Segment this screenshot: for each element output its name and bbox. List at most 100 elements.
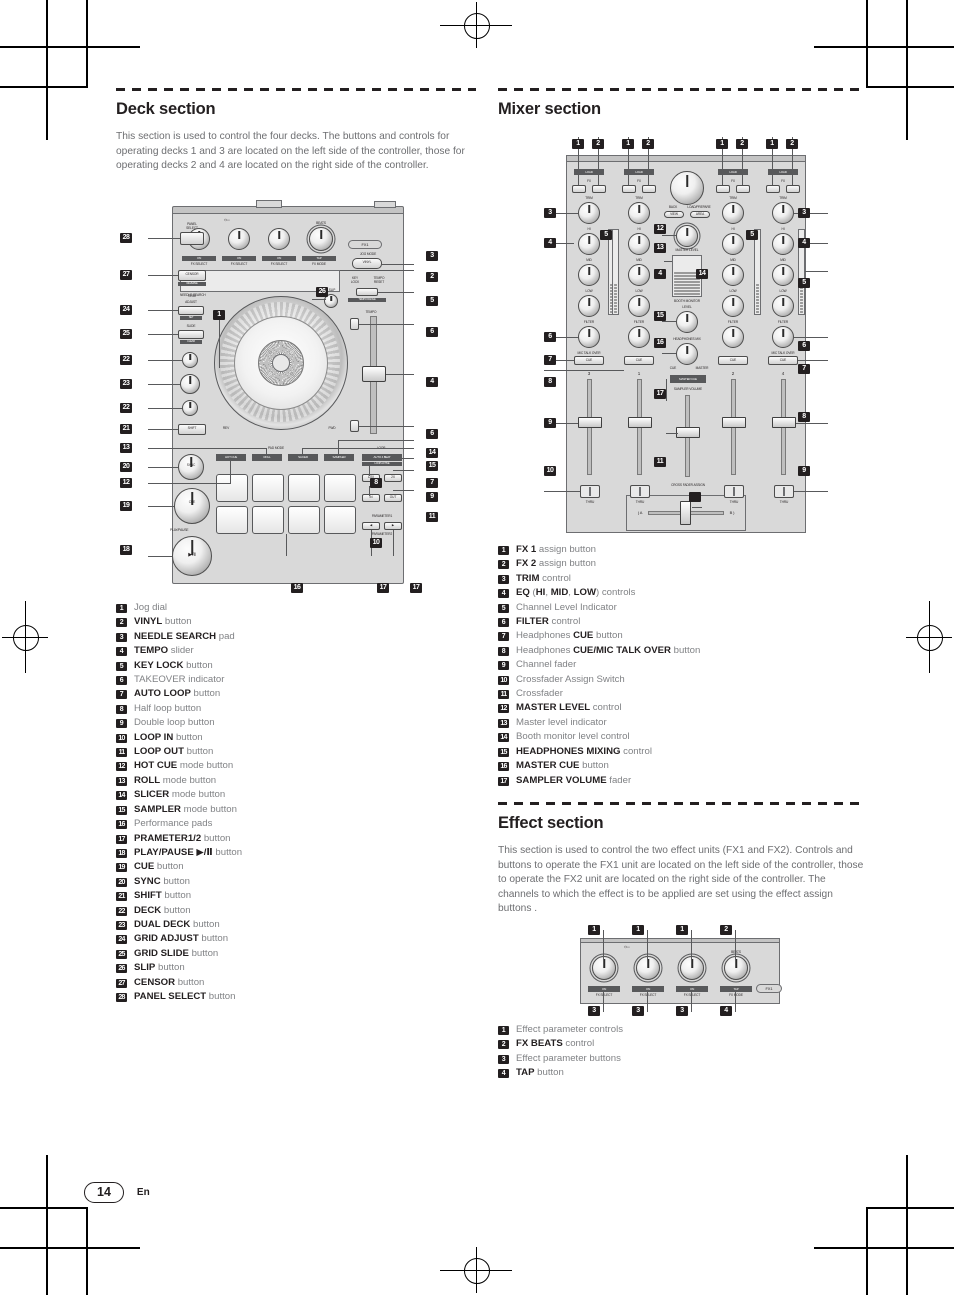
deck-callout-5: 5 — [426, 296, 438, 306]
fx2-assign-button-ch3[interactable] — [592, 185, 606, 193]
grid-adjust-button[interactable] — [178, 306, 204, 315]
fx2-assign-button-ch4[interactable] — [786, 185, 800, 193]
trim-knob-ch2[interactable] — [722, 202, 744, 224]
filter-knob-ch3[interactable] — [578, 326, 600, 348]
leader-2 — [382, 264, 414, 265]
channel-fader-knob-ch1[interactable] — [628, 417, 652, 428]
low-knob-ch3[interactable] — [578, 295, 600, 317]
auto-loop-button[interactable]: AUTO 4 BEAT — [362, 454, 402, 461]
filter-knob-ch1[interactable] — [628, 326, 650, 348]
low-knob-ch1[interactable] — [628, 295, 650, 317]
mid-knob-ch1[interactable] — [628, 264, 650, 286]
fx2-assign-button-ch1[interactable] — [642, 185, 656, 193]
effect-parameter-button-3[interactable]: ON — [676, 986, 708, 992]
low-knob-ch2[interactable] — [722, 295, 744, 317]
deck-callout-slip: 26 — [316, 287, 328, 297]
effect-parameter-knob-1[interactable] — [592, 956, 616, 980]
filter-knob-ch2[interactable] — [722, 326, 744, 348]
hi-knob-ch1[interactable] — [628, 233, 650, 255]
fx-on-button-1[interactable]: ON — [182, 256, 216, 261]
filter-knob-ch4[interactable] — [772, 326, 794, 348]
hot-cue-mode-button[interactable]: HOT CUE — [216, 454, 246, 461]
cue-button[interactable] — [174, 488, 210, 524]
channel-fader-knob-ch4[interactable] — [772, 417, 796, 428]
crossfader-knob[interactable] — [680, 501, 691, 525]
mixer-callout-inner-15: 16 — [654, 338, 666, 348]
play-pause-label: ▶/Ⅱ — [188, 552, 196, 558]
filter-label-ch2: FILTER — [727, 320, 739, 324]
mid-knob-ch2[interactable] — [722, 264, 744, 286]
grid-slide-button[interactable] — [178, 330, 204, 339]
trim-knob-ch4[interactable] — [772, 202, 794, 224]
legend-item: 23 DUAL DECK button — [116, 918, 416, 932]
crossfader-assign-switch-ch3[interactable] — [580, 485, 600, 498]
trim-knob-ch1[interactable] — [628, 202, 650, 224]
master-level-knob[interactable] — [676, 225, 698, 247]
crossfader-assign-switch-ch4[interactable] — [774, 485, 794, 498]
sampler-volume-label: SAMPLER VOLUME — [673, 387, 703, 391]
legend-number: 17 — [498, 776, 509, 786]
fx-beats-knob-effect[interactable] — [724, 956, 748, 980]
performance-pad-3[interactable] — [288, 474, 320, 502]
legend-item: 12 HOT CUE mode button — [116, 759, 416, 773]
mid-knob-ch4[interactable] — [772, 264, 794, 286]
fx-beats-knob[interactable] — [309, 227, 333, 251]
fx1-assign-button-ch3[interactable] — [572, 185, 586, 193]
fx2-assign-button-ch2[interactable] — [736, 185, 750, 193]
performance-pad-8[interactable] — [324, 506, 356, 534]
performance-pad-2[interactable] — [252, 474, 284, 502]
cue-label: CUE — [188, 500, 196, 504]
deck-3-button[interactable] — [182, 400, 198, 416]
mid-knob-ch3[interactable] — [578, 264, 600, 286]
sync-button[interactable] — [178, 454, 204, 480]
fx-knob-3[interactable] — [268, 228, 290, 250]
dual-deck-button[interactable] — [180, 374, 200, 394]
booth-monitor-knob[interactable] — [676, 311, 698, 333]
low-knob-ch4[interactable] — [772, 295, 794, 317]
leader-25 — [148, 334, 178, 335]
effect-parameter-knob-2[interactable] — [636, 956, 660, 980]
mixer-callout-right-3: 3 — [798, 208, 810, 218]
slicer-mode-button[interactable]: SLICER — [288, 454, 318, 461]
performance-pad-1[interactable] — [216, 474, 248, 502]
trim-knob-ch3[interactable] — [578, 202, 600, 224]
legend-text: PANEL SELECT button — [134, 990, 236, 1002]
performance-pad-5[interactable] — [216, 506, 248, 534]
fx-select-label-2: FX SELECT — [230, 262, 248, 266]
deck-1-button[interactable] — [182, 352, 198, 368]
panel-select-button[interactable] — [180, 232, 204, 245]
tap-button[interactable]: TAP — [720, 986, 752, 992]
fx-knob-2[interactable] — [228, 228, 250, 250]
deck-section-rule — [116, 88, 476, 91]
fx-on-button-2[interactable]: ON — [222, 256, 256, 261]
sampler-mode-button[interactable]: SAMPLER — [324, 454, 354, 461]
fx1-assign-button-ch1[interactable] — [622, 185, 636, 193]
sampler-volume-knob[interactable] — [676, 427, 700, 438]
browse-rotary[interactable] — [670, 171, 704, 205]
fx1-assign-button-ch2[interactable] — [716, 185, 730, 193]
crossfader-assign-switch-ch2[interactable] — [724, 485, 744, 498]
master-cue-button[interactable]: MASTER CUE — [670, 375, 706, 383]
panel-select-label: PANEL SELECT — [186, 222, 198, 230]
fx1-assign-button-ch4[interactable] — [766, 185, 780, 193]
legend-text: Booth monitor level control — [516, 731, 630, 743]
roll-mode-button[interactable]: ROLL — [252, 454, 282, 461]
channel-fader-knob-ch3[interactable] — [578, 417, 602, 428]
tempo-slider-knob[interactable] — [362, 366, 386, 382]
hi-knob-ch3[interactable] — [578, 233, 600, 255]
fx-on-button-3[interactable]: ON — [262, 256, 296, 261]
performance-pad-6[interactable] — [252, 506, 284, 534]
performance-pad-4[interactable] — [324, 474, 356, 502]
effect-parameter-button-1[interactable]: ON — [588, 986, 620, 992]
effect-parameter-button-2[interactable]: ON — [632, 986, 664, 992]
fx-tap-button[interactable]: TAP — [302, 256, 336, 261]
headphones-mixing-knob[interactable] — [676, 343, 698, 365]
hi-knob-ch4[interactable] — [772, 233, 794, 255]
key-lock-button[interactable] — [356, 288, 378, 296]
legend-item: 24 GRID ADJUST button — [116, 932, 416, 946]
effect-parameter-knob-3[interactable] — [680, 956, 704, 980]
channel-fader-knob-ch2[interactable] — [722, 417, 746, 428]
crossfader-assign-switch-ch1[interactable] — [630, 485, 650, 498]
performance-pad-7[interactable] — [288, 506, 320, 534]
hi-knob-ch2[interactable] — [722, 233, 744, 255]
